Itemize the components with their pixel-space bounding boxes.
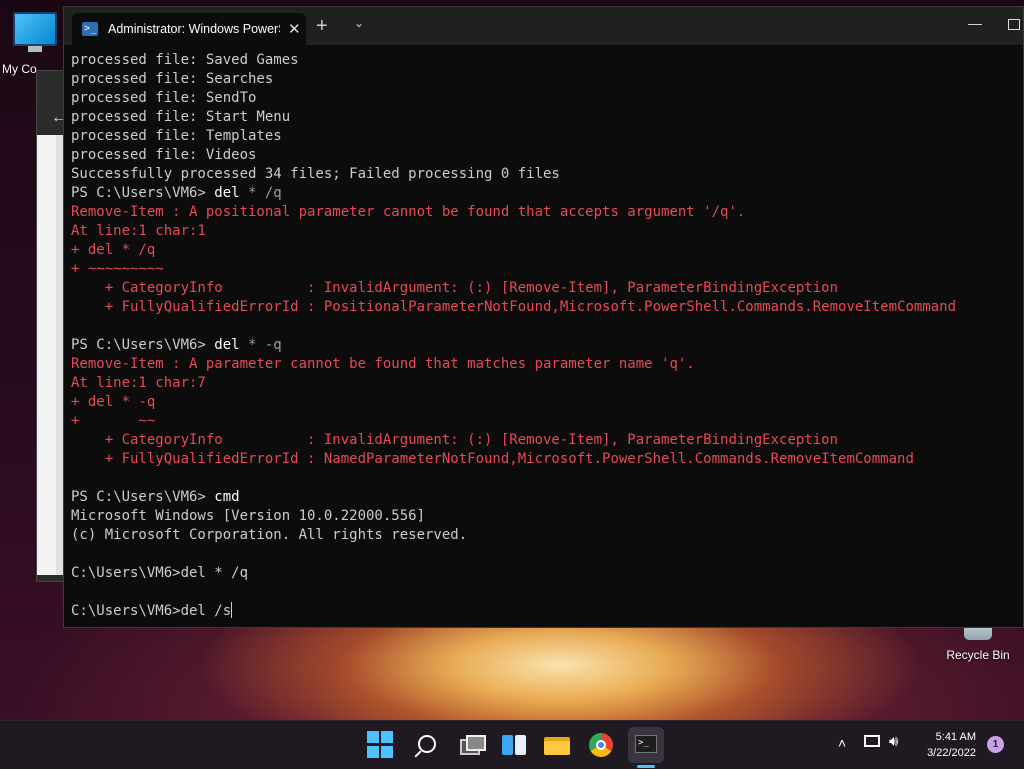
console-line: C:\Users\VM6>del /s <box>71 602 1019 621</box>
console-line: processed file: Searches <box>71 70 1019 89</box>
console-line: Microsoft Windows [Version 10.0.22000.55… <box>71 507 1019 526</box>
output-text: processed file: Start Menu <box>71 109 291 125</box>
prompt: PS C:\Users\VM6> <box>71 489 215 505</box>
chevron-down-icon[interactable]: ⌄ <box>354 16 364 30</box>
console-line: + del * -q <box>71 393 1019 412</box>
console-line: + del * /q <box>71 241 1019 260</box>
computer-icon <box>13 12 57 46</box>
console-line: processed file: Templates <box>71 127 1019 146</box>
console-line: + CategoryInfo : InvalidArgument: (:) [R… <box>71 279 1019 298</box>
tab-title: Administrator: Windows PowerS <box>108 22 280 36</box>
output-text: processed file: Saved Games <box>71 52 299 68</box>
clock-date: 3/22/2022 <box>927 747 976 759</box>
new-tab-button[interactable]: + <box>316 15 328 38</box>
widgets-icon[interactable] <box>500 731 528 759</box>
console-line: PS C:\Users\VM6> cmd <box>71 488 1019 507</box>
desktop-icon-label: Recycle Bin <box>946 648 1010 662</box>
output-text: + ~~~~~~~~~ <box>71 261 164 277</box>
powershell-icon: >_ <box>82 22 98 36</box>
start-icon[interactable] <box>367 731 395 759</box>
output-text: At line:1 char:1 <box>71 223 206 239</box>
output-text: Remove-Item : A positional parameter can… <box>71 204 746 220</box>
console-line: Remove-Item : A parameter cannot be foun… <box>71 355 1019 374</box>
taskbar: >_ ˄ 🔊︎ 5:41 AM 3/22/2022 1 <box>0 720 1024 769</box>
output-text: (c) Microsoft Corporation. All rights re… <box>71 527 468 543</box>
command-args: * -q <box>239 337 282 353</box>
output-text: Remove-Item : A parameter cannot be foun… <box>71 356 695 372</box>
command-args: * /q <box>239 185 282 201</box>
console-line: processed file: Start Menu <box>71 108 1019 127</box>
terminal-window[interactable]: >_ Administrator: Windows PowerS ✕ + ⌄ —… <box>63 6 1024 628</box>
file-explorer-icon[interactable] <box>543 731 571 759</box>
console-line: Remove-Item : A positional parameter can… <box>71 203 1019 222</box>
output-text: processed file: Searches <box>71 71 274 87</box>
console-line: At line:1 char:1 <box>71 222 1019 241</box>
terminal-icon[interactable]: >_ <box>628 727 664 763</box>
console-line: PS C:\Users\VM6> del * -q <box>71 336 1019 355</box>
command-input[interactable]: C:\Users\VM6>del /s <box>71 603 231 619</box>
console-output[interactable]: processed file: Saved Games processed fil… <box>71 51 1019 623</box>
console-line: C:\Users\VM6>del * /q <box>71 564 1019 583</box>
console-line: + ~~~~~~~~~ <box>71 260 1019 279</box>
text-cursor <box>231 602 233 618</box>
console-line: Successfully processed 34 files; Failed … <box>71 165 1019 184</box>
console-line: (c) Microsoft Corporation. All rights re… <box>71 526 1019 545</box>
command: cmd <box>214 489 240 505</box>
search-icon[interactable] <box>412 731 440 759</box>
command: del <box>214 337 240 353</box>
task-view-icon[interactable] <box>456 731 486 759</box>
console-line: At line:1 char:7 <box>71 374 1019 393</box>
console-line: PS C:\Users\VM6> del * /q <box>71 184 1019 203</box>
output-text: C:\Users\VM6>del * /q <box>71 565 249 581</box>
console-line: processed file: SendTo <box>71 89 1019 108</box>
chrome-icon[interactable] <box>587 731 615 759</box>
console-line: + ~~ <box>71 412 1019 431</box>
output-text: Microsoft Windows [Version 10.0.22000.55… <box>71 508 426 524</box>
console-line: + CategoryInfo : InvalidArgument: (:) [R… <box>71 431 1019 450</box>
prompt: PS C:\Users\VM6> <box>71 337 215 353</box>
chevron-up-icon[interactable]: ˄ <box>838 735 846 751</box>
maximize-button[interactable] <box>1008 19 1020 30</box>
volume-icon[interactable]: 🔊︎ <box>889 733 898 750</box>
output-text: + ~~ <box>71 413 156 429</box>
tab-powershell[interactable]: >_ Administrator: Windows PowerS ✕ <box>72 13 306 45</box>
console-line: + FullyQualifiedErrorId : NamedParameter… <box>71 450 1019 469</box>
desktop-icon-my-computer[interactable]: My Co <box>0 8 70 76</box>
output-text: processed file: SendTo <box>71 90 257 106</box>
close-tab-icon[interactable]: ✕ <box>288 20 301 38</box>
network-icon[interactable] <box>864 735 880 747</box>
clock-time: 5:41 AM <box>935 731 976 743</box>
clock[interactable]: 5:41 AM 3/22/2022 <box>912 729 976 761</box>
console-line: processed file: Videos <box>71 146 1019 165</box>
notification-badge[interactable]: 1 <box>987 736 1004 753</box>
console-line: processed file: Saved Games <box>71 51 1019 70</box>
output-text: At line:1 char:7 <box>71 375 206 391</box>
output-text: + CategoryInfo : InvalidArgument: (:) [R… <box>71 280 839 296</box>
output-text: processed file: Templates <box>71 128 282 144</box>
command: del <box>214 185 240 201</box>
output-text: + del * -q <box>71 394 156 410</box>
minimize-button[interactable]: — <box>968 15 982 31</box>
prompt: PS C:\Users\VM6> <box>71 185 215 201</box>
output-text: + FullyQualifiedErrorId : NamedParameter… <box>71 451 914 467</box>
title-bar[interactable]: >_ Administrator: Windows PowerS ✕ + ⌄ — <box>64 7 1023 45</box>
output-text: + del * /q <box>71 242 156 258</box>
output-text: Successfully processed 34 files; Failed … <box>71 166 560 182</box>
output-text: + CategoryInfo : InvalidArgument: (:) [R… <box>71 432 839 448</box>
output-text: + FullyQualifiedErrorId : PositionalPara… <box>71 299 957 315</box>
console-line: + FullyQualifiedErrorId : PositionalPara… <box>71 298 1019 317</box>
output-text: processed file: Videos <box>71 147 257 163</box>
